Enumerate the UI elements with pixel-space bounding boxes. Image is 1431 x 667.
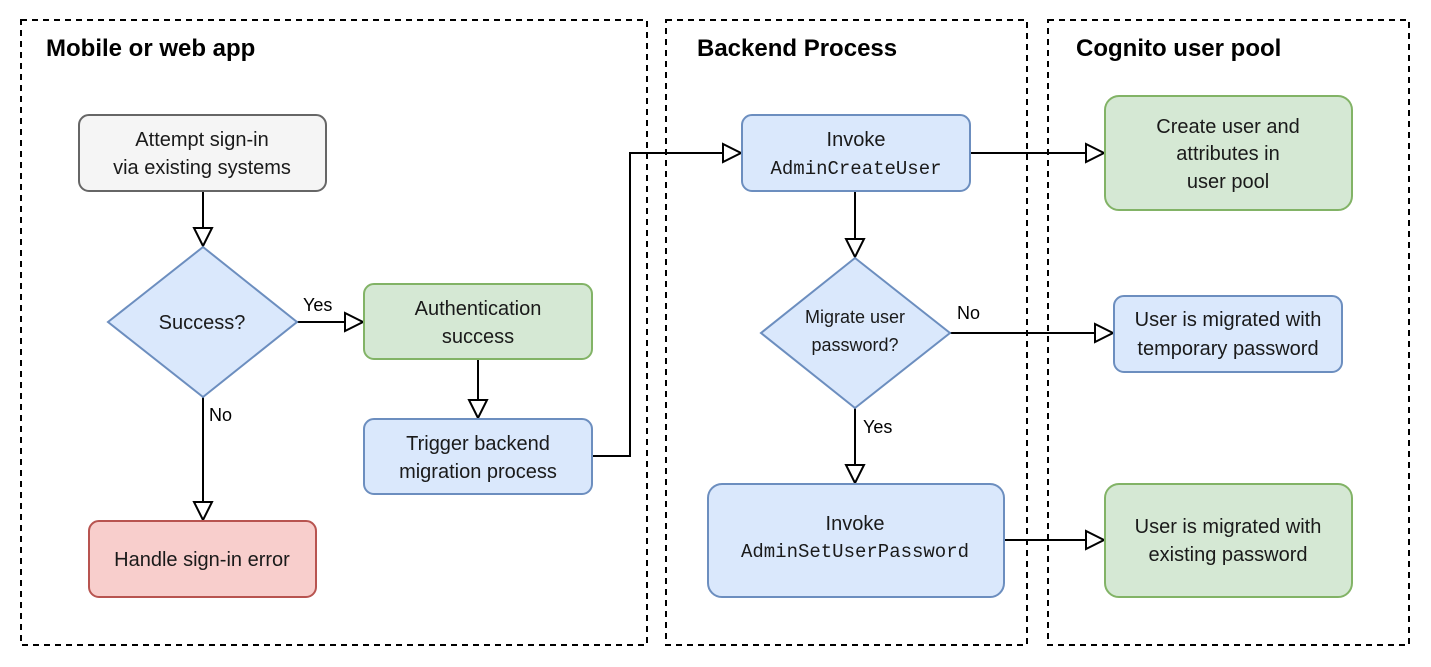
node-success-decision-label: Success?	[159, 312, 246, 334]
node-attempt-signin-line2: via existing systems	[113, 157, 291, 179]
node-create-user: Create user and attributes in user pool	[1104, 95, 1353, 211]
node-attempt-signin-line1: Attempt sign-in	[135, 129, 268, 151]
node-invoke-admin-create-user-code: AdminCreateUser	[770, 158, 941, 180]
node-success-decision: Success?	[106, 245, 299, 399]
node-trigger-backend-line2: migration process	[399, 461, 557, 483]
node-auth-success: Authentication success	[363, 283, 593, 360]
edge-label-no: No	[957, 303, 980, 323]
node-migrate-decision-line1: Migrate user	[805, 307, 905, 327]
node-migrated-temporary-line1: User is migrated with	[1135, 309, 1322, 331]
node-migrated-temporary: User is migrated with temporary password	[1113, 295, 1343, 373]
arrowhead-icon	[1094, 322, 1116, 344]
edge-invoke-create-to-create-user	[970, 142, 1107, 164]
arrowhead-icon	[722, 142, 744, 164]
node-create-user-line3: user pool	[1187, 171, 1269, 193]
node-trigger-backend-line1: Trigger backend	[406, 433, 550, 455]
edge-attempt-to-success	[192, 191, 214, 249]
node-migrated-temporary-line2: temporary password	[1137, 338, 1318, 360]
node-create-user-line2: attributes in	[1176, 143, 1279, 165]
arrowhead-icon	[1085, 142, 1107, 164]
arrowhead-icon	[192, 501, 214, 523]
flowchart-canvas: Mobile or web app Backend Process Cognit…	[20, 19, 1410, 646]
group-backend-process-title: Backend Process	[697, 35, 897, 62]
arrowhead-icon	[844, 464, 866, 486]
node-invoke-admin-create-user-title: Invoke	[827, 129, 886, 151]
node-auth-success-line2: success	[442, 326, 514, 348]
edge-migrate-no: No	[950, 303, 1116, 344]
node-trigger-backend: Trigger backend migration process	[363, 418, 593, 495]
arrowhead-icon	[192, 227, 214, 249]
node-migrate-decision: Migrate user password?	[759, 256, 952, 410]
node-create-user-line1: Create user and	[1156, 116, 1299, 138]
node-migrated-temporary-shape	[1113, 295, 1343, 373]
node-invoke-admin-set-user-password-title: Invoke	[826, 513, 885, 535]
edge-invoke-create-to-migrate	[844, 191, 866, 260]
arrowhead-icon	[844, 238, 866, 260]
node-migrated-existing-line1: User is migrated with	[1135, 516, 1322, 538]
node-handle-error-label: Handle sign-in error	[114, 549, 290, 571]
edge-trigger-to-invoke-create	[592, 142, 744, 457]
node-auth-success-line1: Authentication	[415, 298, 542, 320]
node-handle-error: Handle sign-in error	[88, 520, 317, 598]
node-invoke-admin-set-user-password: Invoke AdminSetUserPassword	[707, 483, 1005, 598]
edge-label-no: No	[209, 405, 232, 425]
group-mobile-app-title: Mobile or web app	[46, 35, 255, 62]
node-invoke-admin-create-user: Invoke AdminCreateUser	[741, 114, 971, 192]
node-attempt-signin: Attempt sign-in via existing systems	[78, 114, 327, 192]
edge-label-yes: Yes	[863, 417, 892, 437]
group-cognito-user-pool-title: Cognito user pool	[1076, 35, 1281, 62]
arrowhead-icon	[344, 311, 366, 333]
arrowhead-icon	[467, 399, 489, 421]
arrowhead-icon	[1085, 529, 1107, 551]
edge-auth-to-trigger	[467, 359, 489, 421]
edge-migrate-yes: Yes	[844, 408, 892, 486]
node-invoke-admin-set-user-password-code: AdminSetUserPassword	[741, 541, 969, 563]
node-attempt-signin-shape	[78, 114, 327, 192]
node-migrated-existing: User is migrated with existing password	[1104, 483, 1353, 598]
edge-setpw-to-existing	[1004, 529, 1107, 551]
node-migrate-decision-line2: password?	[811, 335, 898, 355]
node-migrated-existing-shape	[1104, 483, 1353, 598]
edge-success-no: No	[192, 397, 232, 523]
edge-success-yes: Yes	[297, 295, 366, 333]
node-migrate-decision-shape	[759, 256, 952, 410]
node-migrated-existing-line2: existing password	[1149, 544, 1308, 566]
edge-label-yes: Yes	[303, 295, 332, 315]
